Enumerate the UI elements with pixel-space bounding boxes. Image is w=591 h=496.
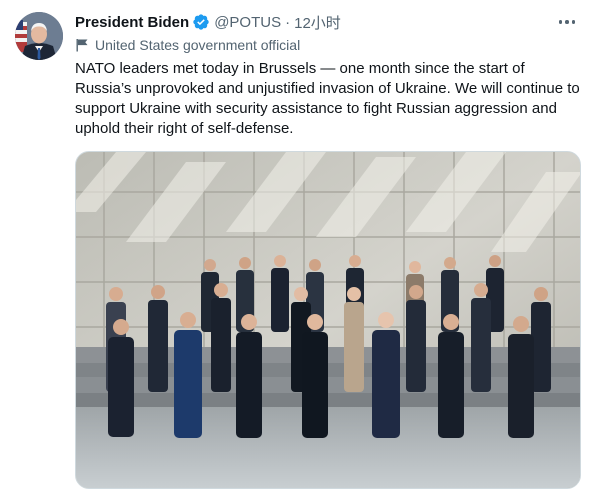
tweet-photo[interactable] xyxy=(75,151,581,489)
tweet-timestamp[interactable]: 12小时 xyxy=(294,12,341,33)
tweet-header: President Biden @POTUS · 12小时 xyxy=(75,12,341,32)
author-name[interactable]: President Biden xyxy=(75,14,189,31)
verified-badge-icon xyxy=(193,14,209,30)
more-dots-icon xyxy=(571,20,576,24)
avatar-portrait xyxy=(15,12,63,60)
government-label[interactable]: United States government official xyxy=(75,35,300,55)
avatar[interactable] xyxy=(15,12,63,60)
flag-icon xyxy=(76,39,88,52)
tweet-text: NATO leaders met today in Brussels — one… xyxy=(75,60,580,137)
author-handle[interactable]: @POTUS xyxy=(214,14,281,31)
nato-group-photo xyxy=(76,152,580,488)
more-dots-icon xyxy=(565,20,569,24)
more-options-button[interactable] xyxy=(557,12,577,32)
more-dots-icon xyxy=(558,20,563,24)
account-label-text: United States government official xyxy=(95,37,301,53)
separator-dot: · xyxy=(285,13,291,31)
